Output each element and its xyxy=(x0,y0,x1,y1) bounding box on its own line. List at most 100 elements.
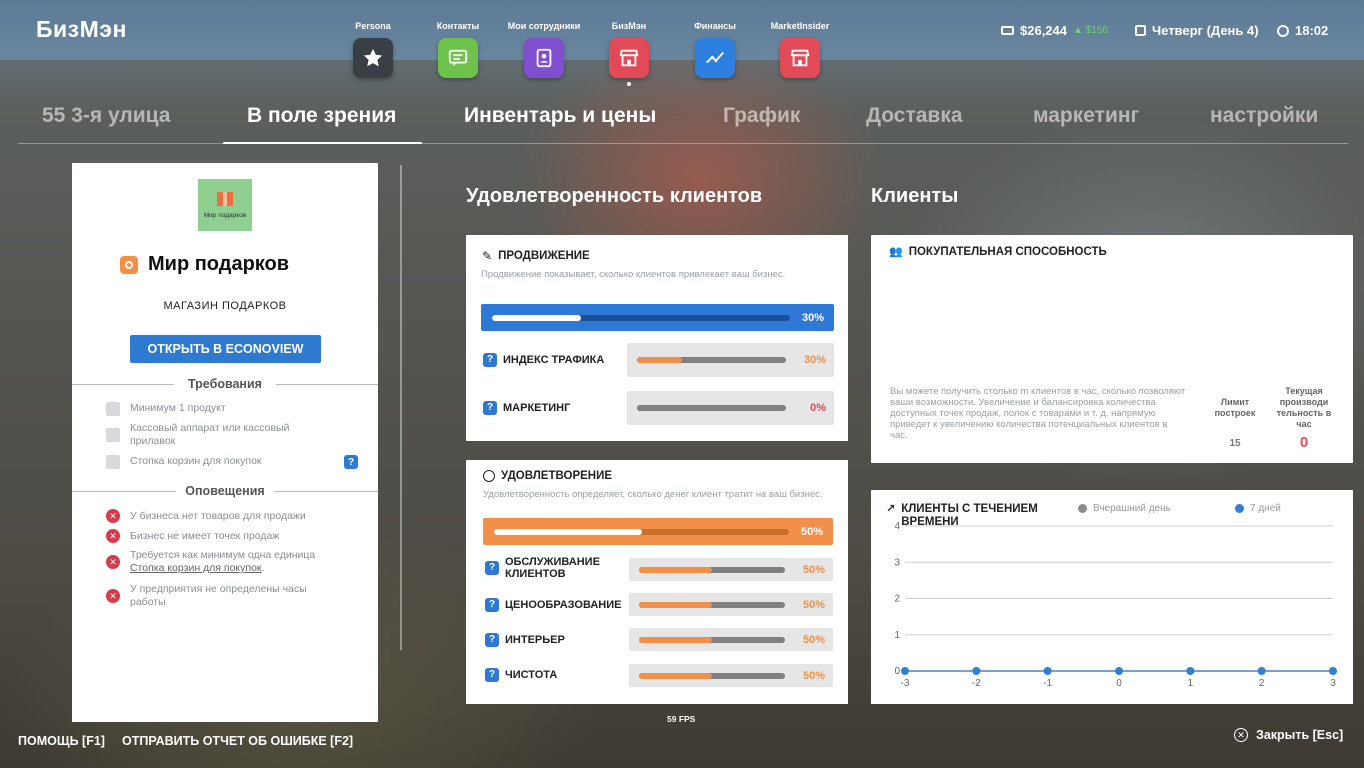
star-icon[interactable] xyxy=(353,38,393,78)
app-label: Финансы xyxy=(694,21,736,31)
y-tick-label: 2 xyxy=(894,594,900,605)
limit-label: Лимит построек xyxy=(1214,397,1256,418)
interior-track xyxy=(639,636,785,643)
alert-suffix: . xyxy=(261,562,265,574)
open-econoview-button[interactable]: ОТКРЫТЬ В ECONOVIEW xyxy=(130,335,321,363)
app-marketinsider[interactable]: MarketInsider xyxy=(760,14,840,78)
marketing-track xyxy=(637,405,786,411)
alert-text: Требуется как минимум одна единица Стопк… xyxy=(130,549,315,575)
promotion-track xyxy=(492,314,790,321)
promotion-card: ✎ ПРОДВИЖЕНИЕ Продвижение показывает, ск… xyxy=(466,235,848,441)
checkbox xyxy=(106,428,120,442)
tab-overview[interactable]: В поле зрения xyxy=(247,104,396,128)
shopping-baskets-link[interactable]: Стопка корзин для покупок xyxy=(130,562,262,574)
pricing-percent: 50% xyxy=(802,598,825,611)
divider xyxy=(72,491,176,492)
calendar-icon xyxy=(1135,25,1146,36)
tab-schedule[interactable]: График xyxy=(723,104,800,128)
store-icon[interactable] xyxy=(609,38,649,78)
app-finance[interactable]: Финансы xyxy=(675,14,755,78)
money-delta: ▲ $156 xyxy=(1073,25,1108,36)
y-tick-label: 1 xyxy=(894,630,900,641)
report-bug-button[interactable]: ОТПРАВИТЬ ОТЧЕТ ОБ ОШИБКЕ [F2] xyxy=(122,734,353,748)
clock-icon xyxy=(1277,24,1289,37)
app-label: Мои сотрудники xyxy=(507,21,581,31)
data-point xyxy=(901,667,909,675)
app-persona[interactable]: Persona xyxy=(333,14,413,78)
x-tick-label: -1 xyxy=(1043,678,1052,689)
badge-icon[interactable] xyxy=(524,38,564,78)
x-tick-label: 1 xyxy=(1188,678,1194,689)
tab-marketing[interactable]: маркетинг xyxy=(1033,104,1139,128)
error-icon: ✕ xyxy=(106,589,120,603)
chat-icon[interactable] xyxy=(438,38,478,78)
help-icon[interactable]: ? xyxy=(485,668,499,682)
help-button[interactable]: ПОМОЩЬ [F1] xyxy=(18,734,105,748)
satisfaction-desc: Удовлетворенность определяет, сколько де… xyxy=(483,489,823,500)
divider xyxy=(72,384,174,385)
data-point xyxy=(1115,667,1123,675)
marketing-bar: 0% xyxy=(627,391,834,425)
alert-text-main: Требуется как минимум одна единица xyxy=(130,549,316,561)
chart-icon[interactable] xyxy=(695,38,735,78)
tab-address[interactable]: 55 3-я улица xyxy=(42,104,170,128)
business-type: МАГАЗИН ПОДАРКОВ xyxy=(163,300,287,312)
app-bizman[interactable]: БизМэн xyxy=(589,14,669,86)
satisfaction-section-title: Удовлетворенность клиентов xyxy=(466,185,763,207)
traffic-index-label: ? ИНДЕКС ТРАФИКА xyxy=(483,353,604,367)
help-icon[interactable]: ? xyxy=(483,401,497,415)
app-contacts[interactable]: Контакты xyxy=(418,14,498,78)
cash-icon xyxy=(1001,26,1014,35)
marketing-label: ? МАРКЕТИНГ xyxy=(483,401,570,415)
help-icon[interactable]: ? xyxy=(483,353,497,367)
time-status: 18:02 xyxy=(1277,23,1328,38)
service-text: ОБСЛУЖИВАНИЕ КЛИЕНТОВ xyxy=(505,556,600,580)
x-tick-label: 0 xyxy=(1116,678,1122,689)
traffic-index-track xyxy=(637,357,786,363)
tab-settings[interactable]: настройки xyxy=(1210,104,1318,128)
requirements-title: Требования xyxy=(188,377,262,391)
interior-fill xyxy=(639,636,712,643)
pricing-text: ЦЕНООБРАЗОВАНИЕ xyxy=(505,599,622,611)
store-icon[interactable] xyxy=(780,38,820,78)
alert-item: ✕ У бизнеса нет товаров для продажи xyxy=(106,509,306,523)
close-button[interactable]: ✕ Закрыть [Esc] xyxy=(1234,728,1343,742)
satisfaction-progress: 50% xyxy=(483,518,833,545)
interior-bar: 50% xyxy=(629,628,833,651)
business-category-icon xyxy=(120,255,138,274)
divider xyxy=(274,491,378,492)
traffic-index-percent: 30% xyxy=(803,354,826,366)
tab-inventory[interactable]: Инвентарь и цены xyxy=(464,104,656,128)
alert-text: Бизнес не имеет точек продаж xyxy=(130,529,280,542)
customers-over-time-card: ↗ КЛИЕНТЫ С ТЕЧЕНИЕМ ВРЕМЕНИ Вчерашний д… xyxy=(871,490,1353,704)
y-tick-label: 3 xyxy=(894,557,900,568)
requirement-item: Стопка корзин для покупок xyxy=(106,455,262,469)
current-value: 0 xyxy=(1299,434,1309,451)
pricing-label: ? ЦЕНООБРАЗОВАНИЕ xyxy=(485,598,621,612)
help-icon[interactable]: ? xyxy=(485,598,499,612)
traffic-index-bar: 30% xyxy=(627,343,834,377)
business-name: Мир подарков xyxy=(148,253,290,275)
close-button-label: Закрыть [Esc] xyxy=(1256,728,1344,742)
pricing-track xyxy=(639,601,785,608)
alert-text: У предприятия не определены часы работы xyxy=(130,583,307,608)
divider xyxy=(276,384,378,385)
customers-line-chart: 0 1 2 3 4 -3 -2 -1 0 1 2 3 xyxy=(894,521,1337,689)
day-status: Четверг (День 4) xyxy=(1135,23,1259,38)
x-tick-label: -2 xyxy=(972,678,981,689)
tab-delivery[interactable]: Доставка xyxy=(866,104,963,128)
app-employees[interactable]: Мои сотрудники xyxy=(504,14,584,78)
business-logo: Мир подарков xyxy=(198,179,252,231)
panel-divider xyxy=(400,165,402,650)
help-icon[interactable]: ? xyxy=(485,633,499,647)
satisfaction-fill xyxy=(494,528,642,535)
help-icon[interactable]: ? xyxy=(485,561,499,575)
customers-section-title: Клиенты xyxy=(871,185,959,207)
alert-item: ✕ Бизнес не имеет точек продаж xyxy=(106,529,279,543)
users-icon: 👥 xyxy=(889,246,903,258)
help-icon[interactable]: ? xyxy=(344,455,358,469)
data-point xyxy=(972,667,981,675)
data-point xyxy=(1329,667,1337,675)
business-logo-text: Мир подарков xyxy=(203,211,247,219)
alert-item: ✕ Требуется как минимум одна единица Сто… xyxy=(106,549,336,575)
